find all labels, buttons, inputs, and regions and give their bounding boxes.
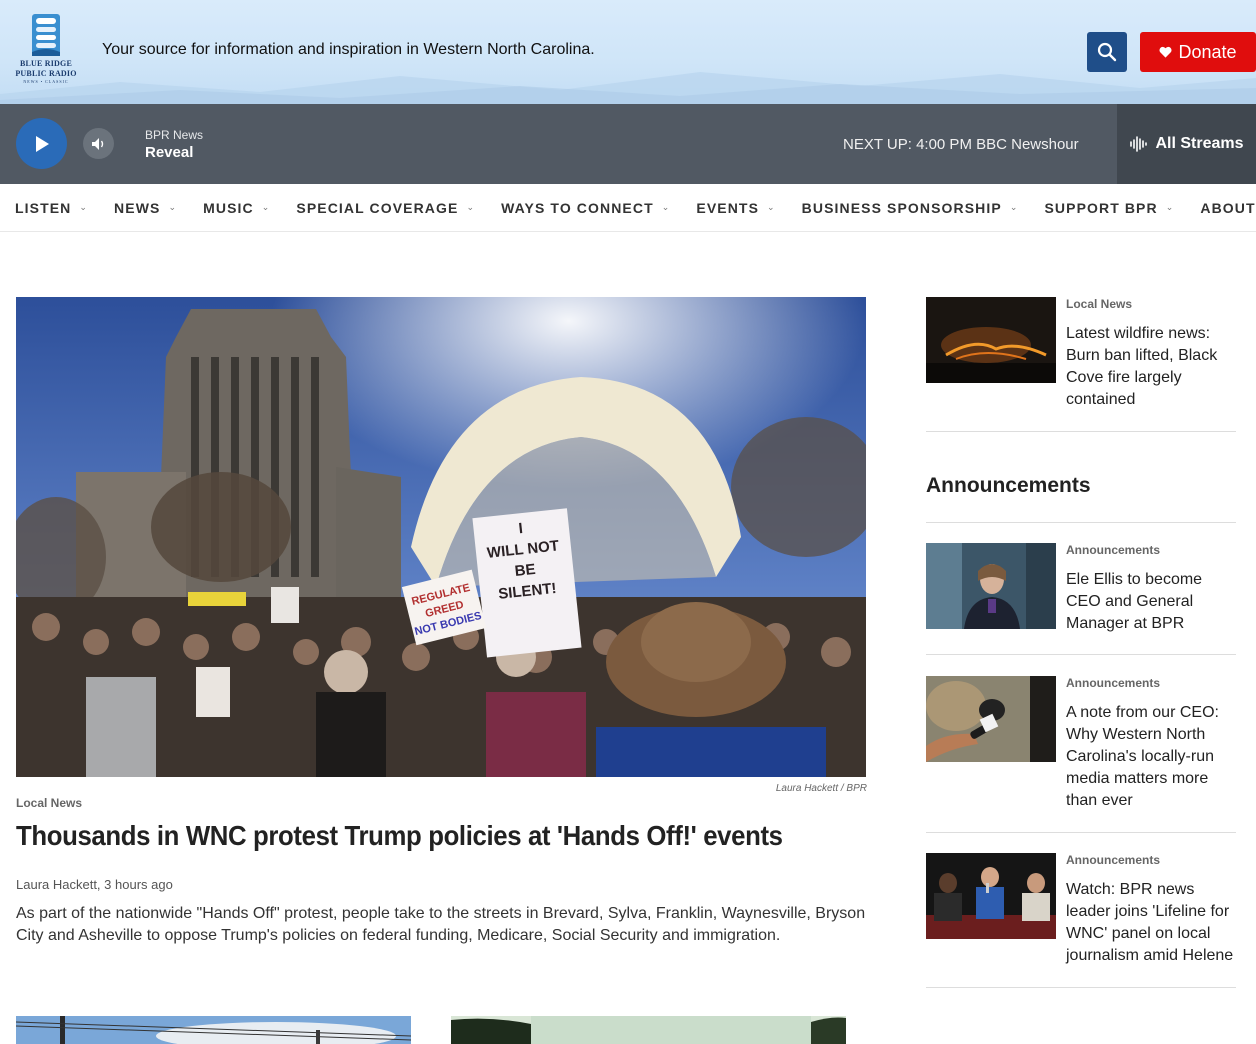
announcement-card[interactable]: Announcements Ele Ellis to become CEO an… <box>926 543 1236 655</box>
announcement-kicker[interactable]: Announcements <box>1066 543 1160 557</box>
announcement-card[interactable]: Announcements A note from our CEO: Why W… <box>926 676 1236 833</box>
nav-label: ABOUT US <box>1200 199 1256 216</box>
secondary-story-image[interactable] <box>16 1016 411 1044</box>
now-playing-station: BPR News <box>145 128 204 142</box>
nav-item-special-coverage[interactable]: SPECIAL COVERAGE ⌄ <box>296 200 475 216</box>
chevron-down-icon: ⌄ <box>168 202 178 212</box>
all-streams-button[interactable]: All Streams <box>1117 104 1256 184</box>
nav-label: NEWS <box>114 199 161 216</box>
main-story-byline: Laura Hackett, 3 hours ago <box>16 877 173 892</box>
next-up-text: NEXT UP: 4:00 PM BBC Newshour <box>843 136 1079 153</box>
svg-text:BE: BE <box>514 561 537 580</box>
portrait-photo <box>926 543 1056 629</box>
section-divider <box>926 522 1236 523</box>
audio-player-bar: BPR News Reveal NEXT UP: 4:00 PM BBC New… <box>0 104 1256 184</box>
chevron-down-icon: ⌄ <box>661 202 671 212</box>
sidebar-story-image[interactable] <box>926 297 1056 383</box>
logo-text-line3: NEWS • CLASSIC <box>23 79 69 84</box>
street-photo <box>16 1016 411 1044</box>
nav-item-support-bpr[interactable]: SUPPORT BPR ⌄ <box>1044 200 1174 216</box>
all-streams-label: All Streams <box>1155 135 1244 152</box>
announcement-kicker[interactable]: Announcements <box>1066 676 1160 690</box>
announcement-kicker[interactable]: Announcements <box>1066 853 1160 867</box>
logo-text-line2: PUBLIC RADIO <box>15 69 77 78</box>
chevron-down-icon: ⌄ <box>1165 202 1175 212</box>
secondary-story-image[interactable] <box>451 1016 846 1044</box>
chevron-down-icon: ⌄ <box>466 202 476 212</box>
main-story-image[interactable]: I WILL NOT BE SILENT! REGULATE GREED NOT… <box>16 297 866 777</box>
heart-icon <box>1159 46 1172 58</box>
main-story-teaser: As part of the nationwide "Hands Off" pr… <box>16 905 866 944</box>
nav-label: BUSINESS SPONSORSHIP <box>801 199 1002 216</box>
announcement-title[interactable]: Ele Ellis to become CEO and General Mana… <box>1066 569 1238 635</box>
bpr-logo[interactable]: BLUE RIDGE PUBLIC RADIO NEWS • CLASSIC <box>14 12 78 90</box>
landscape-photo <box>451 1016 846 1044</box>
announcement-image[interactable] <box>926 676 1056 762</box>
play-button[interactable] <box>16 118 67 169</box>
sidebar-story-title[interactable]: Latest wildfire news: Burn ban lifted, B… <box>1066 323 1238 411</box>
nav-item-music[interactable]: MUSIC ⌄ <box>203 200 270 216</box>
site-tagline: Your source for information and inspirat… <box>102 41 595 58</box>
announcement-title[interactable]: A note from our CEO: Why Western North C… <box>1066 702 1238 812</box>
main-story-headline[interactable]: Thousands in WNC protest Trump policies … <box>16 820 798 852</box>
nav-label: LISTEN <box>15 199 72 216</box>
nav-item-business-sponsorship[interactable]: BUSINESS SPONSORSHIP ⌄ <box>802 200 1019 216</box>
sidebar-story-kicker[interactable]: Local News <box>1066 297 1132 311</box>
nav-label: WAYS TO CONNECT <box>501 199 654 216</box>
volume-button[interactable] <box>83 128 114 159</box>
announcement-title[interactable]: Watch: BPR news leader joins 'Lifeline f… <box>1066 879 1238 967</box>
announcements-heading: Announcements <box>926 474 1091 497</box>
photo-credit: Laura Hackett / BPR <box>775 783 867 794</box>
search-button[interactable] <box>1087 32 1127 72</box>
volume-icon <box>91 137 103 150</box>
main-story-kicker[interactable]: Local News <box>16 796 82 810</box>
donate-button[interactable]: Donate <box>1140 32 1256 72</box>
microphone-photo <box>926 676 1056 762</box>
play-icon <box>35 135 49 152</box>
bpr-logo-mark-icon <box>32 14 60 56</box>
chevron-down-icon: ⌄ <box>261 202 271 212</box>
search-icon <box>1097 42 1117 62</box>
nav-label: MUSIC <box>203 199 254 216</box>
announcement-card[interactable]: Announcements Watch: BPR news leader joi… <box>926 853 1236 988</box>
nav-item-about-us[interactable]: ABOUT US⌄ <box>1200 200 1256 216</box>
chevron-down-icon: ⌄ <box>79 202 89 212</box>
nav-item-news[interactable]: NEWS ⌄ <box>114 200 177 216</box>
protest-photo: I WILL NOT BE SILENT! REGULATE GREED NOT… <box>16 297 866 777</box>
main-navigation: LISTEN ⌄ NEWS ⌄ MUSIC ⌄ SPECIAL COVERAGE ⌄ W… <box>0 184 1256 232</box>
chevron-down-icon: ⌄ <box>767 202 776 212</box>
header-mountains-decoration <box>0 72 1256 104</box>
nav-item-ways-to-connect[interactable]: WAYS TO CONNECT ⌄ <box>501 200 670 216</box>
announcement-image[interactable] <box>926 853 1056 939</box>
nav-item-events[interactable]: EVENTS ⌄ <box>696 200 775 216</box>
logo-text-line1: BLUE RIDGE <box>19 59 72 68</box>
now-playing-program: Reveal <box>145 144 194 161</box>
site-header: BLUE RIDGE PUBLIC RADIO NEWS • CLASSIC Y… <box>0 0 1256 104</box>
chevron-down-icon: ⌄ <box>1009 202 1019 212</box>
panel-discussion-photo <box>926 853 1056 939</box>
nav-label: SPECIAL COVERAGE <box>296 199 459 216</box>
donate-label: Donate <box>1178 41 1237 62</box>
nav-label: EVENTS <box>696 199 760 216</box>
waveform-icon <box>1130 136 1148 152</box>
nav-label: SUPPORT BPR <box>1044 199 1158 216</box>
announcement-image[interactable] <box>926 543 1056 629</box>
wildfire-photo <box>926 297 1056 383</box>
sidebar-top-story[interactable]: Local News Latest wildfire news: Burn ba… <box>926 297 1236 432</box>
nav-item-listen[interactable]: LISTEN ⌄ <box>15 200 88 216</box>
